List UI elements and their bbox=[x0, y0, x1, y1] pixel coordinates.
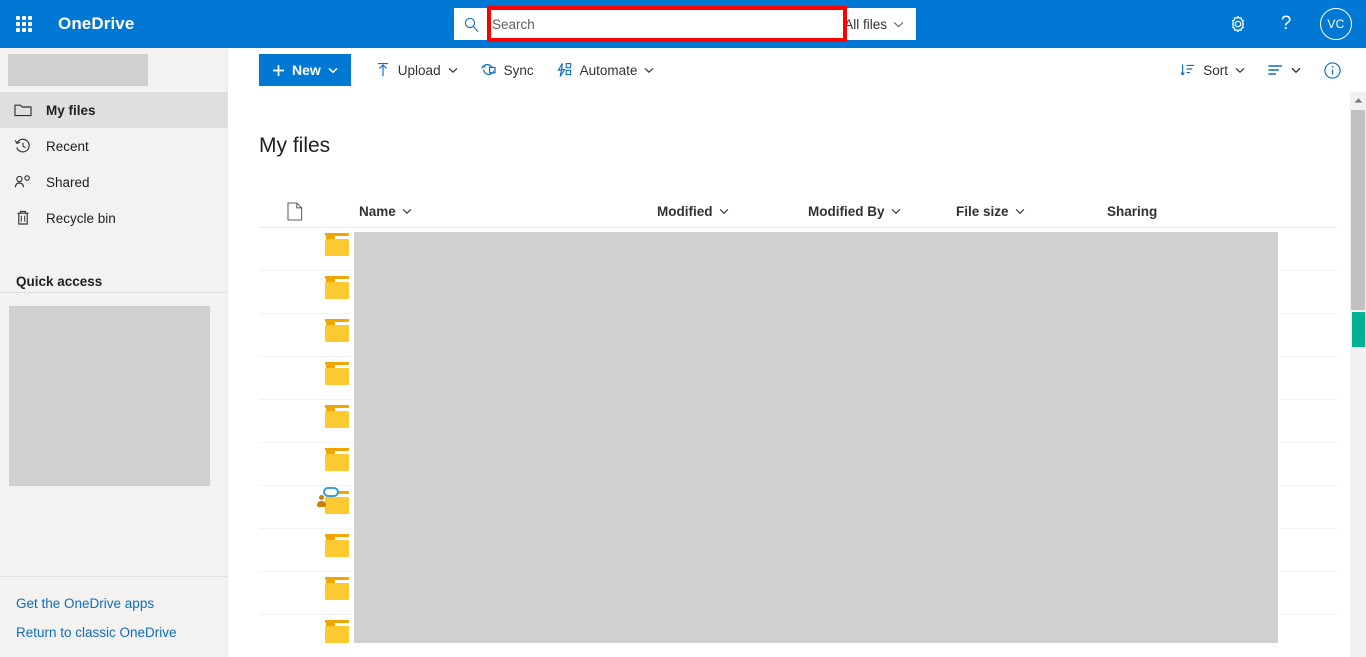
clock-icon bbox=[14, 137, 32, 155]
people-icon bbox=[14, 173, 32, 191]
sync-label: Sync bbox=[503, 62, 534, 78]
sidebar-footer: Get the OneDrive apps Return to classic … bbox=[0, 576, 228, 657]
sidebar-item-label: Shared bbox=[46, 174, 90, 190]
brand-title[interactable]: OneDrive bbox=[58, 14, 134, 34]
sidebar-account-placeholder bbox=[8, 54, 148, 86]
folder-icon bbox=[325, 362, 351, 391]
get-onedrive-apps-link[interactable]: Get the OneDrive apps bbox=[0, 589, 228, 618]
folder-icon bbox=[325, 534, 351, 563]
folder-icon bbox=[325, 620, 351, 649]
folder-icon bbox=[14, 101, 32, 119]
column-header-modified[interactable]: Modified bbox=[657, 195, 729, 227]
column-header-sharing[interactable]: Sharing bbox=[1107, 195, 1157, 227]
search-scope-dropdown[interactable]: All files bbox=[838, 8, 916, 40]
file-list-header: Name Modified Modified By File size Shar… bbox=[259, 195, 1337, 228]
sort-icon bbox=[1180, 64, 1195, 76]
automate-label: Automate bbox=[579, 62, 638, 78]
shared-folder-icon bbox=[317, 487, 351, 520]
sidebar-item-label: Recycle bin bbox=[46, 210, 116, 226]
sidebar-item-recent[interactable]: Recent bbox=[0, 128, 228, 164]
sync-button[interactable]: Sync bbox=[470, 54, 544, 86]
app-launcher-button[interactable] bbox=[0, 0, 48, 48]
chevron-down-icon bbox=[893, 21, 904, 27]
automate-button[interactable]: Automate bbox=[546, 54, 665, 86]
command-bar-actions: Upload Sync Automate bbox=[365, 54, 665, 86]
sidebar-item-shared[interactable]: Shared bbox=[0, 164, 228, 200]
chevron-down-icon bbox=[328, 67, 338, 73]
chevron-down-icon bbox=[1291, 67, 1301, 73]
list-view-icon bbox=[1268, 65, 1282, 75]
chevron-down-icon bbox=[448, 67, 457, 73]
chevron-down-icon bbox=[891, 208, 900, 214]
view-options-button[interactable] bbox=[1257, 54, 1311, 86]
command-bar: New Upload Sync Automate Sort bbox=[228, 48, 1366, 92]
column-header-name[interactable]: Name bbox=[359, 195, 412, 227]
sidebar-item-label: My files bbox=[46, 102, 96, 118]
chevron-down-icon bbox=[644, 67, 654, 73]
quick-access-placeholder bbox=[9, 306, 210, 486]
search-box[interactable]: All files bbox=[454, 8, 916, 40]
sort-label: Sort bbox=[1203, 62, 1228, 78]
folder-icon bbox=[325, 577, 351, 606]
page-title: My files bbox=[259, 134, 331, 157]
folder-icon bbox=[325, 233, 351, 262]
plus-icon bbox=[273, 64, 284, 76]
search-input[interactable] bbox=[488, 9, 839, 39]
column-header-modified-by[interactable]: Modified By bbox=[808, 195, 901, 227]
automate-icon bbox=[557, 63, 571, 77]
return-classic-onedrive-link[interactable]: Return to classic OneDrive bbox=[0, 618, 228, 647]
suite-actions: ? VC bbox=[1216, 0, 1358, 48]
new-button-label: New bbox=[292, 62, 321, 78]
sidebar-item-recycle-bin[interactable]: Recycle bin bbox=[0, 200, 228, 236]
folder-icon bbox=[325, 448, 351, 477]
person-badge-icon bbox=[317, 495, 326, 507]
column-header-icon[interactable] bbox=[287, 195, 303, 227]
info-icon bbox=[1324, 61, 1341, 79]
sort-button[interactable]: Sort bbox=[1170, 54, 1255, 86]
command-bar-right-actions: Sort bbox=[1170, 48, 1352, 92]
sidebar-divider bbox=[0, 292, 228, 293]
sidebar-item-label: Recent bbox=[46, 138, 89, 154]
chevron-down-icon bbox=[719, 208, 728, 214]
chevron-down-icon bbox=[1235, 67, 1245, 73]
column-label: Modified By bbox=[808, 203, 885, 219]
column-header-file-size[interactable]: File size bbox=[956, 195, 1025, 227]
gear-icon bbox=[1231, 15, 1245, 33]
file-type-icon bbox=[287, 201, 303, 221]
sync-icon bbox=[480, 64, 496, 75]
sidebar: My files Recent Shared Recycle bin Quick… bbox=[0, 48, 228, 657]
search-scope-label: All files bbox=[844, 16, 887, 32]
onedrive-app: OneDrive All files ? VC bbox=[0, 0, 1366, 657]
new-button[interactable]: New bbox=[259, 54, 351, 86]
waffle-icon bbox=[16, 16, 32, 32]
avatar[interactable]: VC bbox=[1320, 8, 1352, 40]
folder-icon bbox=[325, 276, 351, 305]
settings-button[interactable] bbox=[1216, 0, 1260, 48]
upload-icon bbox=[377, 63, 388, 77]
content-redaction-overlay bbox=[354, 232, 1278, 643]
scroll-up-arrow-icon[interactable] bbox=[1350, 92, 1366, 108]
scrollbar-thumb[interactable] bbox=[1351, 110, 1365, 310]
column-label: Sharing bbox=[1107, 203, 1158, 219]
folder-icon bbox=[325, 319, 351, 348]
column-label: Name bbox=[359, 203, 396, 219]
vertical-scrollbar[interactable] bbox=[1350, 92, 1366, 657]
column-label: File size bbox=[956, 203, 1009, 219]
chevron-down-icon bbox=[402, 208, 412, 214]
upload-label: Upload bbox=[397, 62, 441, 78]
link-badge-icon bbox=[323, 487, 339, 497]
folder-icon bbox=[325, 405, 351, 434]
help-button[interactable]: ? bbox=[1264, 0, 1308, 48]
sidebar-item-my-files[interactable]: My files bbox=[0, 92, 228, 128]
scrollbar-position-marker bbox=[1352, 312, 1365, 347]
sidebar-nav: My files Recent Shared Recycle bin bbox=[0, 92, 228, 293]
details-info-button[interactable] bbox=[1313, 54, 1352, 86]
column-label: Modified bbox=[657, 203, 713, 219]
chevron-down-icon bbox=[1015, 208, 1024, 214]
question-mark-icon: ? bbox=[1280, 13, 1292, 34]
search-icon bbox=[454, 8, 488, 40]
upload-button[interactable]: Upload bbox=[365, 54, 468, 86]
quick-access-heading: Quick access bbox=[16, 274, 103, 289]
trash-icon bbox=[14, 209, 32, 227]
